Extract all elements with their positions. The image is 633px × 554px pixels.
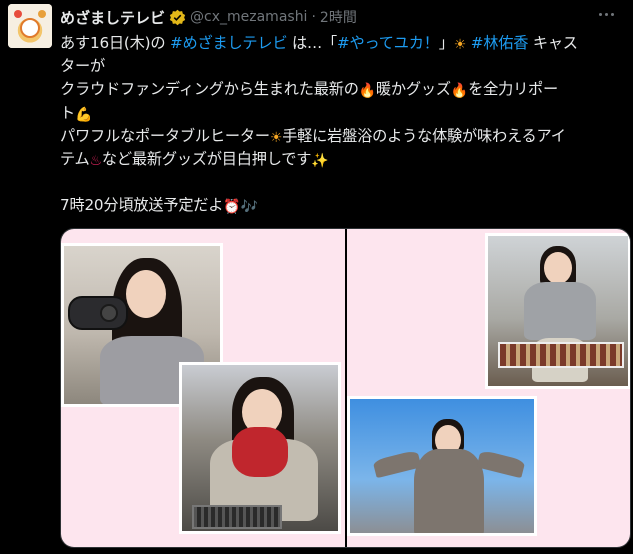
text-segment: 」	[438, 34, 454, 52]
text-segment: 7時20分頃放送予定だよ	[60, 196, 224, 215]
tweet-header: めざましテレビ @cx_mezamashi · 2時間	[60, 6, 357, 28]
musical-notes-emoji-icon: 🎶	[240, 199, 258, 216]
sun-emoji-icon: ☀	[453, 37, 467, 53]
text-segment: キャス	[528, 34, 578, 52]
heated-mat	[497, 342, 624, 368]
text-segment: など最新グッズが目白押しです	[101, 149, 312, 168]
grill	[192, 505, 282, 529]
text-segment: テム	[60, 149, 90, 168]
tweet-text: あす16日(木)の #めざましテレビ は…「#やってユカ！」☀ #林佑香 キャス…	[60, 32, 630, 218]
more-options-icon[interactable]	[593, 4, 619, 24]
photo-woman-in-puffer-coat	[346, 396, 537, 536]
more-dot	[598, 12, 602, 16]
tweet-media	[60, 228, 631, 548]
tweet-line: パワフルなポータブルヒーター☀手軽に岩盤浴のような体験が味わえるアイ	[60, 125, 630, 148]
avatar-decoration	[38, 10, 46, 18]
verified-badge-icon	[169, 9, 186, 25]
more-dot	[610, 12, 614, 16]
hashtag-mezamashi[interactable]: #めざましテレビ	[170, 34, 288, 52]
hot-springs-emoji-icon: ♨	[89, 152, 103, 169]
photo-woman-at-grill	[179, 362, 341, 534]
tweet-line: あす16日(木)の #めざましテレビ は…「#やってユカ！」☀ #林佑香 キャス	[60, 32, 630, 55]
puffer-coat	[413, 449, 484, 533]
text-segment: 手軽に岩盤浴のような体験が味わえるアイ	[282, 126, 566, 145]
tweet-line: ターが	[60, 55, 630, 78]
avatar[interactable]	[8, 4, 52, 48]
photo-woman-on-bench	[484, 233, 630, 389]
heater-device	[68, 296, 128, 330]
sweater	[523, 282, 596, 340]
tweet-line: テム♨など最新グッズが目白押しです✨	[60, 148, 630, 171]
hashtag-hayashi-yuka[interactable]: #林佑香	[471, 34, 529, 52]
avatar-decoration	[14, 10, 22, 18]
hashtag-yatteyuka[interactable]: #やってユカ！	[337, 34, 439, 52]
text-segment: は…「	[287, 34, 337, 52]
handle[interactable]: @cx_mezamashi	[190, 9, 307, 25]
fire-emoji-icon: 🔥	[358, 83, 376, 100]
alarm-clock-emoji-icon: ⏰	[223, 199, 241, 216]
text-segment: あす16日(木)の	[60, 34, 170, 52]
person-figure	[372, 419, 525, 533]
face	[543, 252, 572, 284]
text-segment: 暖かグッズ	[375, 80, 451, 99]
text-segment: ターが	[60, 57, 105, 76]
fire-emoji-icon: 🔥	[450, 83, 469, 100]
text-segment: クラウドファンディングから生まれた最新の	[60, 80, 359, 99]
avatar-mascot	[20, 18, 40, 38]
more-dot	[604, 12, 608, 16]
flexed-bicep-emoji-icon: 💪	[75, 106, 93, 123]
media-image-left[interactable]	[61, 229, 345, 547]
heater-button	[100, 304, 118, 322]
sparkles-emoji-icon: ✨	[311, 152, 329, 169]
tweet-line: ト💪	[60, 102, 630, 125]
text-segment: パワフルなポータブルヒーター	[60, 126, 270, 145]
face	[126, 270, 166, 318]
timestamp[interactable]: 2時間	[320, 7, 357, 27]
text-segment: を全力リポー	[468, 80, 559, 99]
text-segment: ト	[60, 103, 75, 122]
display-name[interactable]: めざましテレビ	[60, 7, 165, 28]
red-gloves	[232, 427, 288, 477]
tweet-line: 7時20分頃放送予定だよ⏰🎶	[60, 194, 630, 217]
separator-dot: ·	[311, 9, 316, 25]
media-image-right[interactable]	[346, 229, 630, 547]
tweet-line: クラウドファンディングから生まれた最新の🔥暖かグッズ🔥を全力リポー	[60, 78, 630, 101]
sun-emoji-icon: ☀	[269, 129, 283, 146]
